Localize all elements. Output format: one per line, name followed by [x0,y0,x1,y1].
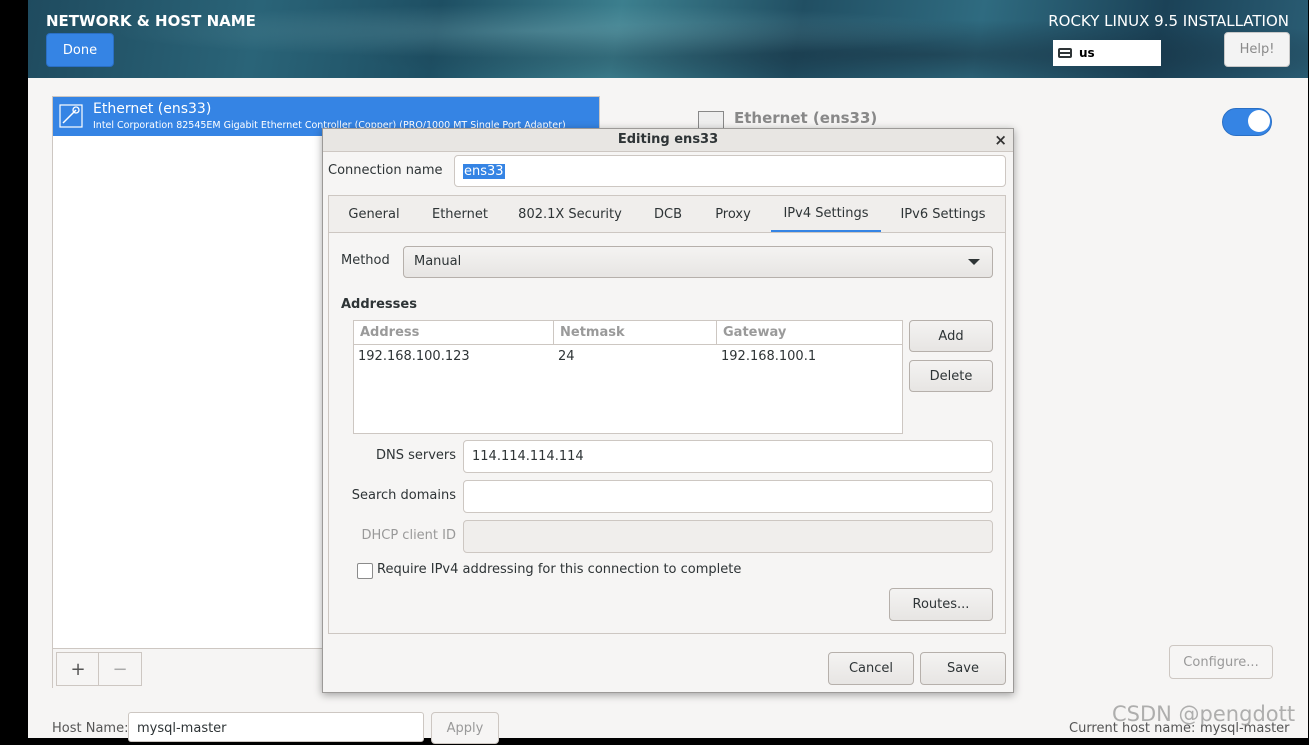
help-button[interactable]: Help! [1224,32,1290,67]
dhcp-client-id-label: DHCP client ID [361,528,456,543]
hostname-label: Host Name: [52,721,129,736]
dns-servers-label: DNS servers [375,448,456,463]
device-toggle-switch[interactable] [1222,108,1272,136]
keyboard-layout-label: us [1079,46,1095,60]
device-name: Ethernet (ens33) [93,101,212,117]
address-cell[interactable]: 192.168.100.123 [358,349,470,364]
tab-ipv6-settings[interactable]: IPv6 Settings [894,196,992,233]
tab-general[interactable]: General [339,196,409,233]
add-device-button[interactable]: + [56,652,100,686]
tab-8021x-security[interactable]: 802.1X Security [512,196,628,233]
search-domains-label: Search domains [351,488,456,503]
addresses-table: Address Netmask Gateway 192.168.100.123 … [353,320,903,434]
product-title: ROCKY LINUX 9.5 INSTALLATION [1048,12,1289,30]
routes-button[interactable]: Routes... [889,588,993,621]
column-header-gateway[interactable]: Gateway [717,321,902,345]
connection-name-input[interactable]: ens33 [454,155,1006,187]
dns-servers-input[interactable]: 114.114.114.114 [463,440,993,473]
cancel-button[interactable]: Cancel [828,652,914,685]
connection-name-label: Connection name [328,163,443,178]
column-header-address[interactable]: Address [354,321,554,345]
remove-device-button[interactable]: − [98,652,142,686]
chevron-down-icon [968,259,980,265]
method-label: Method [341,253,390,268]
search-domains-input[interactable] [463,480,993,513]
save-button[interactable]: Save [920,652,1006,685]
netmask-cell[interactable]: 24 [558,349,575,364]
method-value: Manual [414,254,462,269]
column-header-netmask[interactable]: Netmask [554,321,717,345]
configure-button[interactable]: Configure... [1169,645,1273,679]
left-border [0,0,28,738]
watermark: CSDN @pengdott [1112,702,1296,726]
delete-address-button[interactable]: Delete [909,360,993,392]
method-dropdown[interactable]: Manual [403,246,993,278]
gateway-cell[interactable]: 192.168.100.1 [721,349,816,364]
close-icon[interactable]: × [994,130,1007,150]
spoke-title: NETWORK & HOST NAME [46,12,256,30]
switch-knob [1248,110,1270,132]
ethernet-icon [59,104,83,128]
device-detail-title: Ethernet (ens33) [734,109,878,127]
require-ipv4-checkbox[interactable] [357,563,373,579]
keyboard-icon [1058,48,1072,58]
addresses-heading: Addresses [341,297,417,312]
add-address-button[interactable]: Add [909,320,993,352]
tab-proxy[interactable]: Proxy [708,196,758,233]
tab-ipv4-settings[interactable]: IPv4 Settings [771,196,881,233]
done-button[interactable]: Done [46,33,114,67]
tab-ethernet[interactable]: Ethernet [424,196,496,233]
dialog-title: Editing ens33 [323,129,1013,152]
require-ipv4-label[interactable]: Require IPv4 addressing for this connect… [377,562,741,577]
connection-name-value: ens33 [463,164,505,179]
apply-hostname-button[interactable]: Apply [431,712,499,744]
tab-dcb[interactable]: DCB [646,196,690,233]
keyboard-layout-indicator[interactable]: us [1053,40,1161,66]
dhcp-client-id-input [463,520,993,553]
